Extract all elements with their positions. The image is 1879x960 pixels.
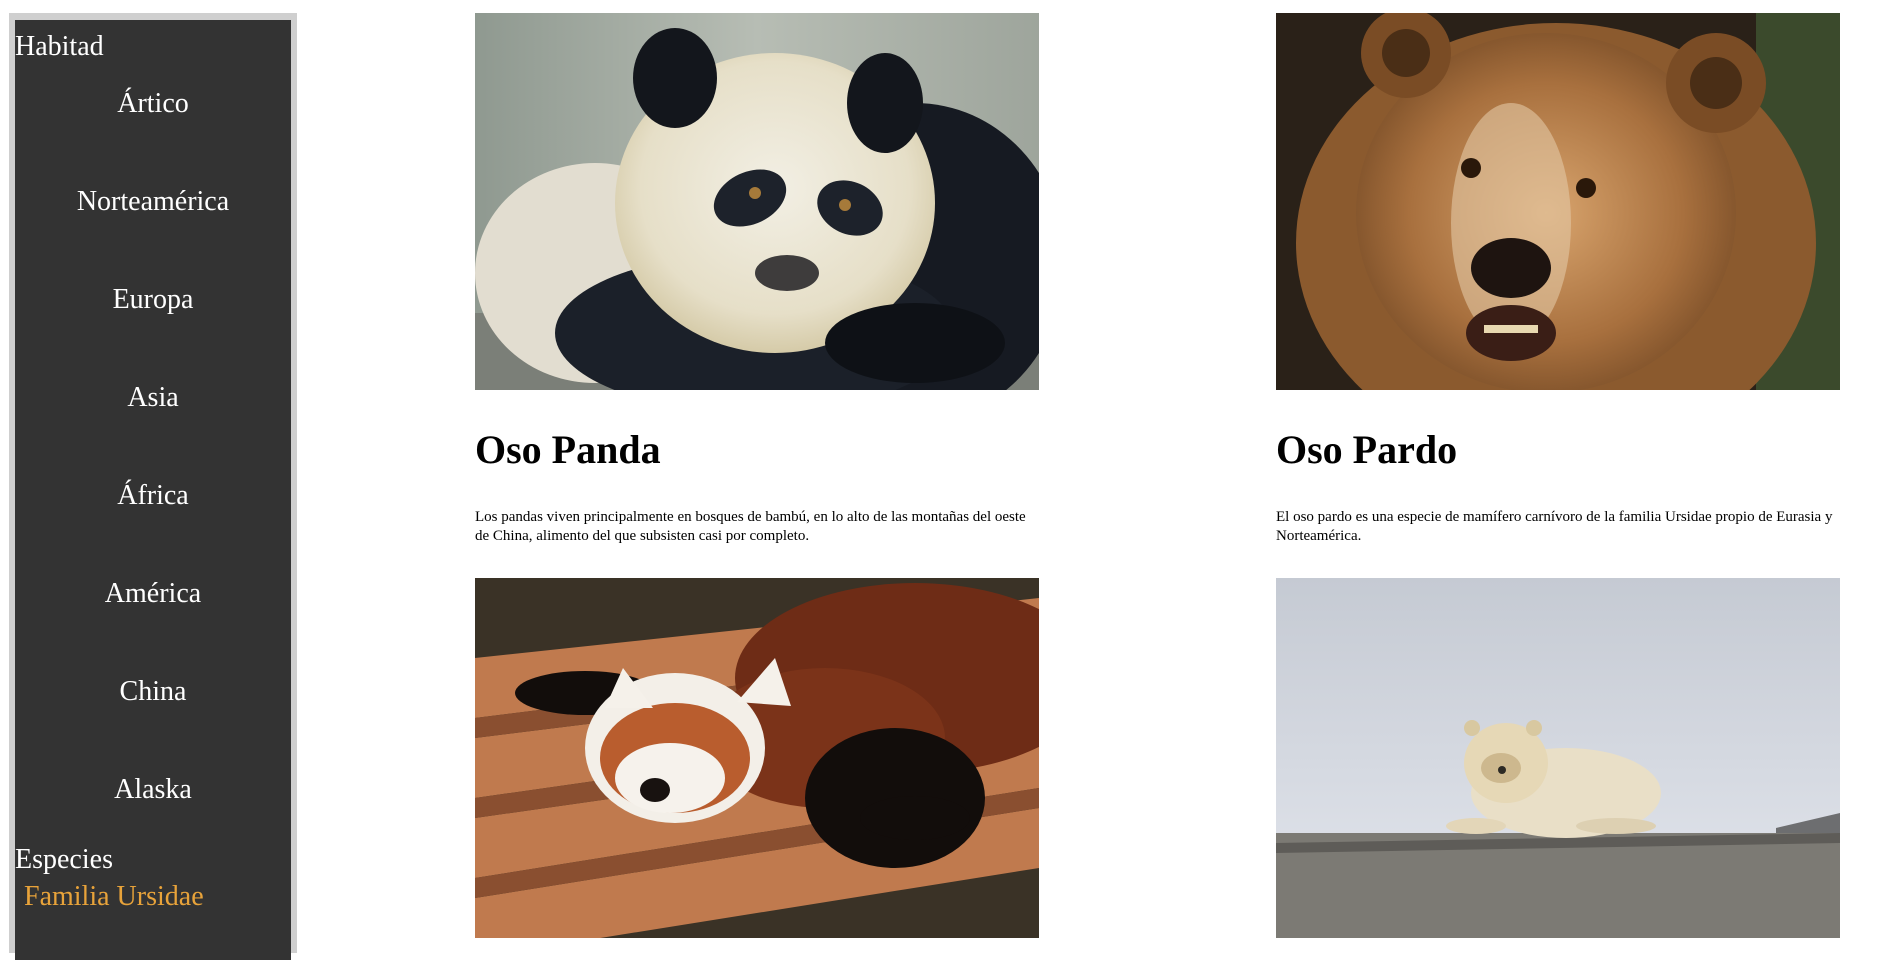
habitat-heading: Habitad [15, 31, 104, 62]
nav-item-europa[interactable]: Europa [15, 286, 291, 384]
habitat-nav: Ártico Norteamérica Europa Asia África A… [15, 90, 291, 874]
card-polar-bear [1276, 578, 1840, 938]
card-title: Oso Panda [475, 427, 661, 472]
family-ursidae-link[interactable]: Familia Ursidae [24, 883, 204, 911]
nav-item-africa[interactable]: África [15, 482, 291, 580]
nav-item-america[interactable]: América [15, 580, 291, 678]
card-title: Oso Pardo [1276, 427, 1458, 472]
brown-bear-image [1276, 13, 1840, 390]
species-heading: Especies [15, 844, 113, 875]
nav-item-norteamerica[interactable]: Norteamérica [15, 188, 291, 286]
nav-item-china[interactable]: China [15, 678, 291, 776]
card-description: El oso pardo es una especie de mamífero … [1276, 509, 1833, 544]
nav-item-artico[interactable]: Ártico [15, 90, 291, 188]
polar-bear-image [1276, 578, 1840, 938]
card-oso-panda: Oso Panda Los pandas viven principalment… [475, 13, 1039, 544]
card-oso-pardo: Oso Pardo El oso pardo es una especie de… [1276, 13, 1840, 544]
red-panda-image [475, 578, 1039, 938]
card-description: Los pandas viven principalmente en bosqu… [475, 509, 1026, 544]
nav-item-asia[interactable]: Asia [15, 384, 291, 482]
sidebar: Habitad Ártico Norteamérica Europa Asia … [15, 20, 291, 960]
card-red-panda [475, 578, 1039, 938]
sidebar-frame: Habitad Ártico Norteamérica Europa Asia … [9, 13, 297, 960]
giant-panda-image [475, 13, 1039, 390]
